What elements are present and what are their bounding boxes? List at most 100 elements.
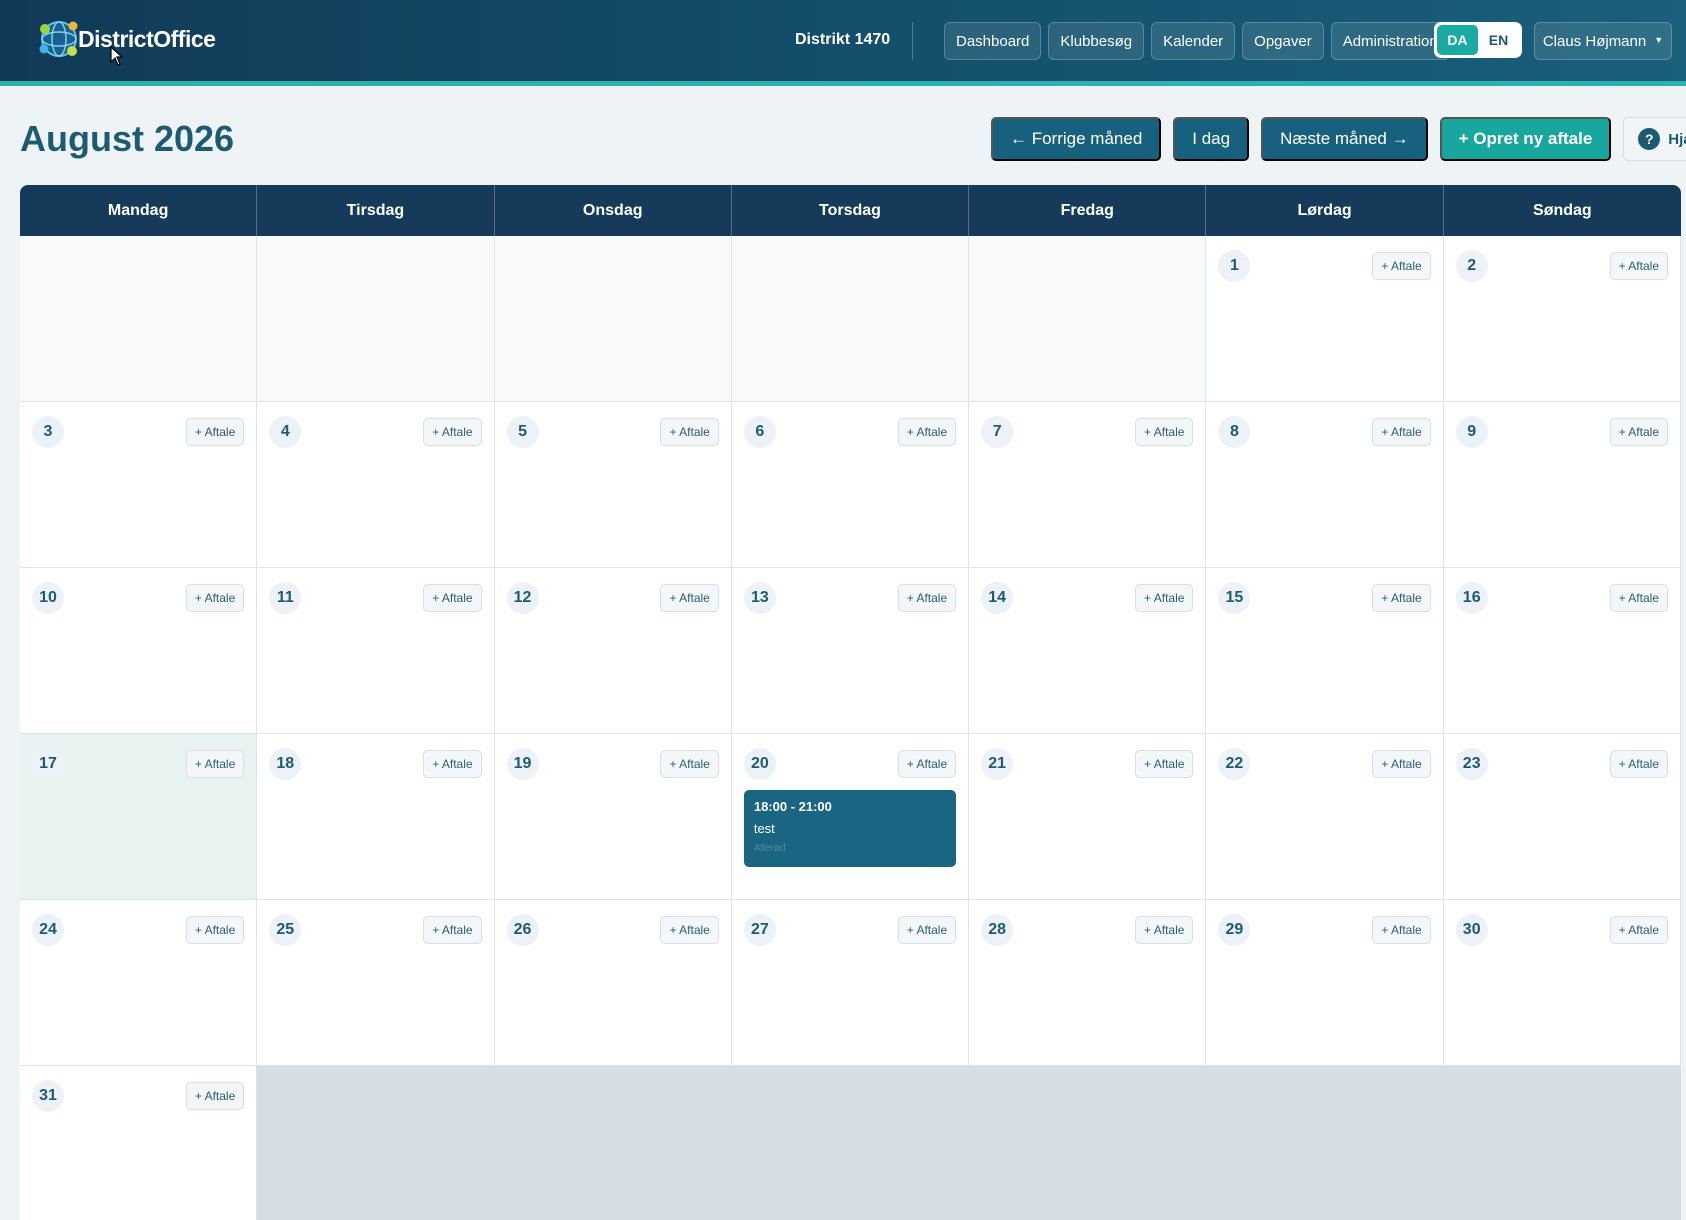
day-cell[interactable]: 10 + Aftale bbox=[20, 568, 258, 734]
day-number: 21 bbox=[981, 748, 1014, 780]
day-cell[interactable]: 26 + Aftale bbox=[494, 900, 732, 1066]
day-cell[interactable]: 19 + Aftale bbox=[494, 734, 732, 900]
add-appointment-button[interactable]: + Aftale bbox=[185, 584, 245, 612]
add-appointment-button[interactable]: + Aftale bbox=[185, 750, 245, 778]
add-appointment-button[interactable]: + Aftale bbox=[660, 916, 719, 944]
help-icon: ? bbox=[1638, 128, 1661, 150]
add-appointment-button[interactable]: + Aftale bbox=[897, 750, 957, 778]
day-cell[interactable]: 3 + Aftale bbox=[20, 402, 258, 568]
today-button[interactable]: I dag bbox=[1173, 117, 1250, 161]
day-cell[interactable]: 4 + Aftale bbox=[257, 402, 495, 568]
trailing-empty-area bbox=[257, 1066, 1681, 1220]
nav-administration[interactable]: Administration bbox=[1330, 22, 1450, 60]
add-appointment-button[interactable]: + Aftale bbox=[185, 1082, 245, 1110]
day-cell[interactable]: 22 + Aftale bbox=[1206, 734, 1444, 900]
day-cell[interactable]: 20 + Aftale 18:00 - 21:00 test Allerød bbox=[731, 734, 970, 900]
day-cell[interactable]: 21 + Aftale bbox=[969, 734, 1207, 900]
weekday-header: Mandag Tirsdag Onsdag Torsdag Fredag Lør… bbox=[20, 185, 1681, 236]
add-appointment-button[interactable]: + Aftale bbox=[423, 750, 482, 778]
create-appointment-button[interactable]: + Opret ny aftale bbox=[1439, 117, 1612, 161]
nav-kalender[interactable]: Kalender bbox=[1151, 22, 1236, 60]
add-appointment-button[interactable]: + Aftale bbox=[1135, 418, 1194, 446]
add-appointment-button[interactable]: + Aftale bbox=[897, 584, 957, 612]
add-appointment-button[interactable]: + Aftale bbox=[423, 418, 482, 446]
day-number: 31 bbox=[32, 1080, 64, 1112]
day-cell[interactable]: 7 + Aftale bbox=[969, 402, 1207, 568]
add-appointment-button[interactable]: + Aftale bbox=[1135, 584, 1194, 612]
language-en[interactable]: EN bbox=[1478, 25, 1519, 55]
add-appointment-button[interactable]: + Aftale bbox=[185, 418, 245, 446]
day-number: 29 bbox=[1218, 914, 1251, 946]
logo[interactable]: DistrictOffice bbox=[36, 16, 216, 62]
day-cell[interactable]: 23 + Aftale bbox=[1443, 734, 1681, 900]
day-cell[interactable]: 15 + Aftale bbox=[1206, 568, 1444, 734]
day-cell[interactable]: 27 + Aftale bbox=[731, 900, 970, 1066]
calendar-actions: ← Forrige måned I dag Næste måned → + Op… bbox=[991, 117, 1686, 161]
day-cell[interactable]: 14 + Aftale bbox=[969, 568, 1207, 734]
add-appointment-button[interactable]: + Aftale bbox=[660, 750, 719, 778]
add-appointment-button[interactable]: + Aftale bbox=[660, 418, 719, 446]
add-appointment-button[interactable]: + Aftale bbox=[1135, 750, 1194, 778]
language-switcher: DA EN bbox=[1434, 22, 1522, 58]
nav-dashboard[interactable]: Dashboard bbox=[944, 22, 1042, 60]
day-cell[interactable]: 6 + Aftale bbox=[731, 402, 970, 568]
add-appointment-button[interactable]: + Aftale bbox=[185, 916, 245, 944]
day-number: 20 bbox=[743, 748, 776, 780]
day-cell[interactable]: 8 + Aftale bbox=[1206, 402, 1444, 568]
day-cell[interactable]: 18 + Aftale bbox=[257, 734, 495, 900]
day-cell[interactable]: 16 + Aftale bbox=[1443, 568, 1681, 734]
add-appointment-button[interactable]: + Aftale bbox=[1372, 584, 1431, 612]
day-cell[interactable]: 31 + Aftale bbox=[20, 1066, 258, 1220]
day-cell[interactable]: 1 + Aftale bbox=[1206, 236, 1444, 402]
day-number: 9 bbox=[1455, 416, 1488, 448]
calendar-grid: 1 + Aftale 2 + Aftale 3 + Aftale 4 + Aftale 5 + A… bbox=[20, 236, 1681, 1220]
user-menu-button[interactable]: Claus Højmann ▼ bbox=[1534, 22, 1672, 60]
event-time: 18:00 - 21:00 bbox=[753, 799, 832, 814]
add-appointment-button[interactable]: + Aftale bbox=[897, 916, 957, 944]
day-number: 15 bbox=[1218, 582, 1251, 614]
nav-klubbesog[interactable]: Klubbesøg bbox=[1048, 22, 1145, 60]
day-cell[interactable]: 17 + Aftale bbox=[20, 734, 258, 900]
add-appointment-button[interactable]: + Aftale bbox=[660, 584, 719, 612]
weekday-friday: Fredag bbox=[969, 185, 1207, 236]
add-appointment-button[interactable]: + Aftale bbox=[423, 916, 482, 944]
add-appointment-button[interactable]: + Aftale bbox=[1609, 584, 1668, 612]
user-name: Claus Højmann bbox=[1542, 32, 1647, 50]
add-appointment-button[interactable]: + Aftale bbox=[1609, 916, 1668, 944]
event-card[interactable]: 18:00 - 21:00 test Allerød bbox=[743, 790, 957, 867]
add-appointment-button[interactable]: + Aftale bbox=[1609, 750, 1668, 778]
day-number: 18 bbox=[269, 748, 302, 780]
add-appointment-button[interactable]: + Aftale bbox=[1609, 252, 1668, 280]
weekday-sunday: Søndag bbox=[1533, 201, 1592, 219]
help-button[interactable]: ? Hjælp bbox=[1623, 117, 1686, 161]
add-appointment-button[interactable]: + Aftale bbox=[1135, 916, 1194, 944]
day-cell[interactable]: 24 + Aftale bbox=[20, 900, 258, 1066]
day-cell[interactable]: 29 + Aftale bbox=[1206, 900, 1444, 1066]
day-number: 16 bbox=[1455, 582, 1488, 614]
day-number: 8 bbox=[1218, 416, 1251, 448]
help-label: Hjælp bbox=[1668, 130, 1686, 148]
day-number: 22 bbox=[1218, 748, 1251, 780]
day-cell[interactable]: 13 + Aftale bbox=[731, 568, 970, 734]
day-cell[interactable]: 9 + Aftale bbox=[1443, 402, 1681, 568]
day-cell[interactable]: 28 + Aftale bbox=[969, 900, 1207, 1066]
nav-opgaver[interactable]: Opgaver bbox=[1242, 22, 1324, 60]
add-appointment-button[interactable]: + Aftale bbox=[1372, 252, 1431, 280]
add-appointment-button[interactable]: + Aftale bbox=[1372, 750, 1431, 778]
add-appointment-button[interactable]: + Aftale bbox=[897, 418, 957, 446]
previous-month-button[interactable]: ← Forrige måned bbox=[991, 117, 1162, 161]
day-cell[interactable]: 5 + Aftale bbox=[494, 402, 732, 568]
day-cell[interactable]: 2 + Aftale bbox=[1443, 236, 1681, 402]
day-cell[interactable]: 30 + Aftale bbox=[1443, 900, 1681, 1066]
next-month-button[interactable]: Næste måned → bbox=[1261, 117, 1428, 161]
day-cell[interactable]: 11 + Aftale bbox=[257, 568, 495, 734]
add-appointment-button[interactable]: + Aftale bbox=[1372, 916, 1431, 944]
add-appointment-button[interactable]: + Aftale bbox=[423, 584, 482, 612]
language-da[interactable]: DA bbox=[1437, 25, 1478, 55]
empty-day-cell bbox=[257, 236, 495, 402]
add-appointment-button[interactable]: + Aftale bbox=[1372, 418, 1431, 446]
day-cell[interactable]: 25 + Aftale bbox=[257, 900, 495, 1066]
top-navbar: DistrictOffice Distrikt 1470 Dashboard K… bbox=[0, 0, 1686, 86]
add-appointment-button[interactable]: + Aftale bbox=[1609, 418, 1668, 446]
day-cell[interactable]: 12 + Aftale bbox=[494, 568, 732, 734]
